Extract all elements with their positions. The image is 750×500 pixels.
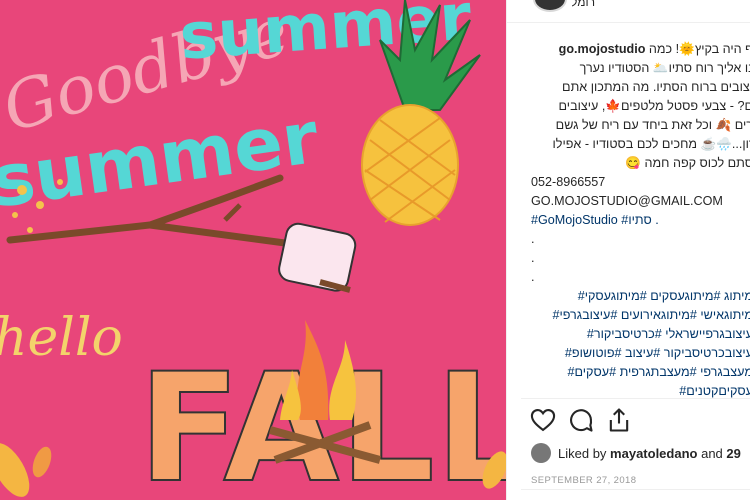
caption-dot: .: [531, 270, 535, 284]
caption-username[interactable]: go.mojostudio: [559, 42, 646, 56]
post-header: רומל: [507, 0, 750, 23]
caption-line: נו אליך רוח סתיו🌥️ הסטודיו נערך: [579, 61, 750, 75]
caption-line: ם? - צבעי פסטל מלטפים🍁, עיצובים: [558, 99, 750, 113]
divider: [521, 398, 750, 399]
liker-username[interactable]: mayatoledano: [610, 446, 697, 461]
caption: ף היה בקיץ🌞! כמה go.mojostudio נו אליך ר…: [531, 40, 750, 398]
caption-line: סתם לכוס קפה חמה 😋: [625, 156, 750, 170]
share-icon[interactable]: [605, 406, 633, 434]
post-image[interactable]: Goodbye summer summer hello FALL: [0, 0, 506, 500]
hashtag-line[interactable]: מעצבגרפי #מעצבתגרפית #עסקים#: [531, 363, 750, 382]
hello-text: hello: [0, 308, 123, 368]
avatar[interactable]: [533, 0, 567, 12]
post-illustration: Goodbye summer summer hello FALL: [0, 0, 506, 500]
likes-count[interactable]: 29: [726, 446, 740, 461]
hashtag-line[interactable]: מיתוג #מיתוגעסקים #מיתוגעסקי#: [531, 287, 750, 306]
caption-line: יצובים ברוח הסתיו. מה המתכון אתם: [562, 80, 750, 94]
location-link[interactable]: רומל: [571, 0, 595, 9]
hashtag-line[interactable]: מיתוגאישי #מיתוגאירועים #עיצובגרפי#: [531, 306, 750, 325]
caption-line: זון...🌧️☕ מחכים לכם בסטודיו - אפילו: [552, 137, 750, 151]
hashtag-line[interactable]: עיצובגרפיישראלי #כרטיסביקור#: [531, 325, 750, 344]
caption-email: GO.MOJOSTUDIO@GMAIL.COM: [531, 194, 723, 208]
caption-phone: 052-8966557: [531, 175, 606, 189]
caption-dot: .: [531, 232, 535, 246]
caption-hashtags[interactable]: #GoMojoStudio #סתיו .: [531, 211, 750, 230]
comment-icon[interactable]: [567, 406, 595, 434]
caption-line-1: ף היה בקיץ🌞! כמה go.mojostudio: [558, 42, 750, 56]
heart-icon[interactable]: [529, 406, 557, 434]
hashtag-line[interactable]: עיצובכרטיסביקור #עיצוב #פוטושופ#: [531, 344, 750, 363]
caption-dot: .: [531, 251, 535, 265]
post-side-panel: רומל ף היה בקיץ🌞! כמה go.mojostudio נו א…: [506, 0, 750, 500]
caption-line: רים 🍂 וכל זאת ביחד עם ריח של גשם: [555, 118, 750, 132]
liker-avatar[interactable]: [531, 443, 551, 463]
divider: [521, 489, 750, 490]
post-date[interactable]: SEPTEMBER 27, 2018: [531, 475, 636, 486]
hashtag-line[interactable]: עסקיםקטנים#: [531, 382, 750, 398]
likes-text: Liked by mayatoledano and 29: [558, 446, 741, 461]
